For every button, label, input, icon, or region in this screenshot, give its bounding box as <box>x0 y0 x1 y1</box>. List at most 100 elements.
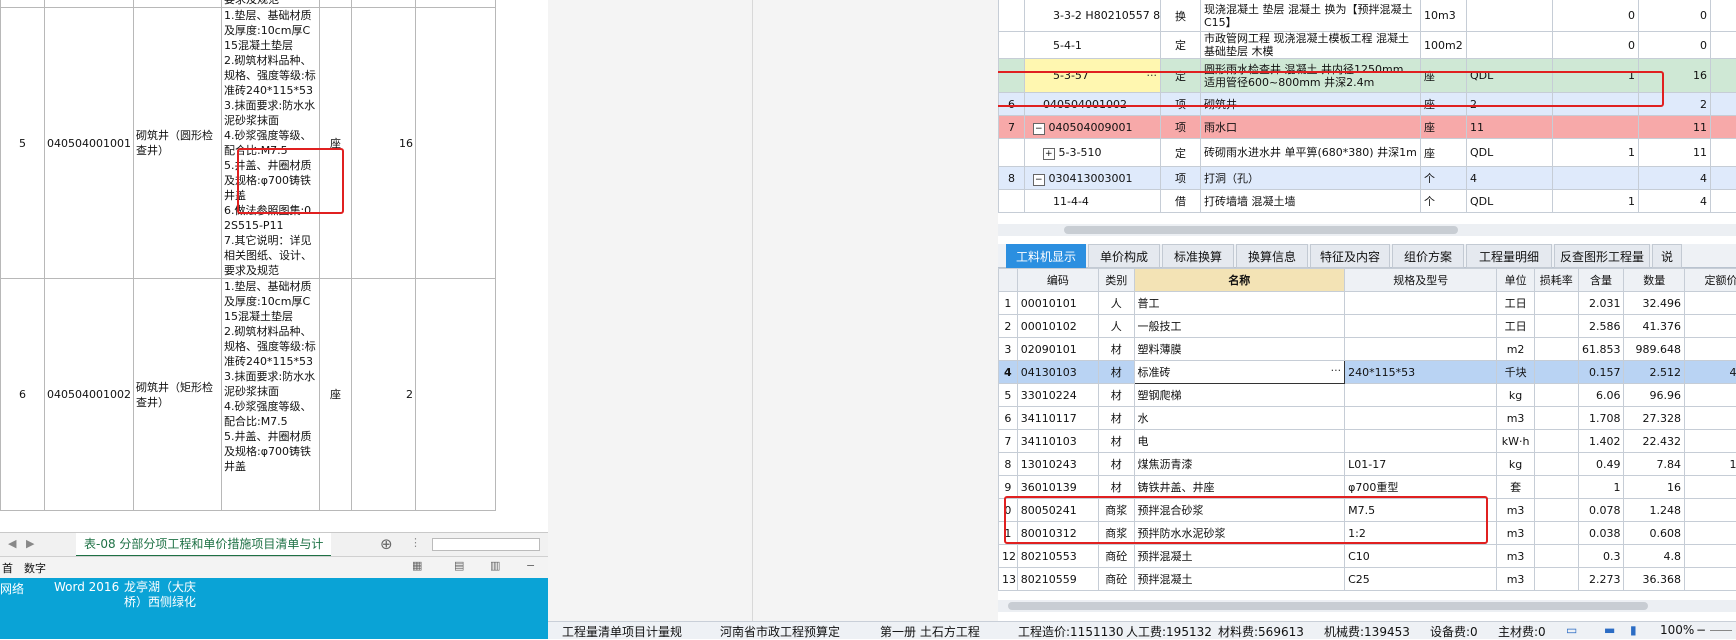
material-cell-name[interactable]: 电 <box>1134 430 1345 453</box>
material-cell-spec[interactable] <box>1345 292 1497 315</box>
material-cell-loss[interactable] <box>1534 499 1578 522</box>
material-cell-code[interactable]: 34110117 <box>1017 407 1098 430</box>
item-cell-extra[interactable]: 4 <box>1711 32 1736 59</box>
excel-cell-code[interactable] <box>45 0 134 8</box>
material-cell-loss[interactable] <box>1534 361 1578 384</box>
material-row[interactable]: 404130103材标准砖···240*115*53千块0.1572.51247… <box>999 361 1736 384</box>
item-cell-unit[interactable]: 10m3 <box>1421 0 1467 32</box>
item-cell-extra[interactable] <box>1711 190 1736 213</box>
material-cell-content[interactable]: 2.031 <box>1578 292 1624 315</box>
tab-8[interactable]: 说 <box>1652 244 1682 268</box>
excel-cell-code[interactable]: 040504001002 <box>45 279 134 511</box>
item-cell-qty[interactable]: 4 <box>1639 167 1711 190</box>
material-cell-cat[interactable]: 材 <box>1099 407 1134 430</box>
item-cell-content[interactable] <box>1553 167 1639 190</box>
item-cell-code[interactable]: 5-4-1 <box>1025 32 1161 59</box>
header-cell[interactable]: 数量 <box>1624 269 1684 292</box>
item-cell-code[interactable]: 11-4-4 <box>1025 190 1161 213</box>
item-cell-no[interactable] <box>999 139 1025 167</box>
item-cell-unit[interactable]: 个 <box>1421 167 1467 190</box>
material-cell-spec[interactable]: L01-17 <box>1345 453 1497 476</box>
item-cell-type[interactable]: 借 <box>1161 190 1201 213</box>
layout-icon-1[interactable]: ▭ <box>1566 623 1577 637</box>
material-cell-no[interactable]: 3 <box>999 338 1018 361</box>
material-cell-spec[interactable] <box>1345 407 1497 430</box>
item-cell-name[interactable]: 雨水口 <box>1201 116 1421 139</box>
layout-icon-2[interactable]: ▬ <box>1604 623 1615 637</box>
item-cell-no[interactable] <box>999 32 1025 59</box>
material-cell-qty[interactable]: 41.376 <box>1624 315 1684 338</box>
material-cell-qty[interactable]: 989.648 <box>1624 338 1684 361</box>
item-cell-code[interactable]: 3-3-2 H80210557 8… <box>1025 0 1161 32</box>
material-cell-spec[interactable]: C10 <box>1345 545 1497 568</box>
item-row[interactable]: +5-3-510定砖砌雨水进水井 单平箅(680*380) 井深1m座QDL11… <box>999 139 1736 167</box>
material-cell-loss[interactable] <box>1534 476 1578 499</box>
material-cell-content[interactable]: 1 <box>1578 476 1624 499</box>
normal-view-icon[interactable]: ▦ <box>412 559 422 572</box>
material-cell-content[interactable]: 6.06 <box>1578 384 1624 407</box>
material-cell-spec[interactable] <box>1345 430 1497 453</box>
material-cell-price[interactable]: 22 <box>1684 499 1736 522</box>
tab-2[interactable]: 标准换算 <box>1162 244 1234 268</box>
material-cell-no[interactable]: 7 <box>999 430 1018 453</box>
collapse-icon[interactable]: − <box>1033 123 1045 135</box>
material-cell-unit[interactable]: m3 <box>1497 568 1535 591</box>
material-cell-price[interactable]: 26 <box>1684 568 1736 591</box>
material-cell-no[interactable]: 12 <box>999 545 1018 568</box>
item-cell-expr[interactable]: 11 <box>1467 116 1553 139</box>
excel-cell-unit[interactable]: 座 <box>319 8 351 279</box>
item-cell-no[interactable] <box>999 0 1025 32</box>
material-cell-cat[interactable]: 人 <box>1099 292 1134 315</box>
material-cell-content[interactable]: 0.49 <box>1578 453 1624 476</box>
item-cell-type[interactable]: 定 <box>1161 32 1201 59</box>
material-row[interactable]: 200010102人一般技工工日2.58641.37613 <box>999 315 1736 338</box>
material-cell-content[interactable]: 0.038 <box>1578 522 1624 545</box>
material-cell-no[interactable]: 6 <box>999 407 1018 430</box>
item-cell-content[interactable]: 1 <box>1553 139 1639 167</box>
material-row[interactable]: 1280210553商砼预拌混凝土C10m30.34.820 <box>999 545 1736 568</box>
header-cell[interactable]: 损耗率 <box>1534 269 1578 292</box>
material-cell-name[interactable]: 一般技工 <box>1134 315 1345 338</box>
item-cell-code[interactable]: −040504009001 <box>1025 116 1161 139</box>
header-cell[interactable]: 类别 <box>1099 269 1134 292</box>
item-cell-expr[interactable]: QDL <box>1467 139 1553 167</box>
item-cell-code[interactable]: +5-3-510 <box>1025 139 1161 167</box>
material-cell-no[interactable]: 1 <box>999 292 1018 315</box>
item-cell-unit[interactable]: 个 <box>1421 190 1467 213</box>
excel-cell-empty[interactable] <box>415 8 495 279</box>
item-cell-qty[interactable]: 0 <box>1639 0 1711 32</box>
tab-1[interactable]: 单价构成 <box>1088 244 1160 268</box>
item-cell-extra[interactable] <box>1711 93 1736 116</box>
taskbar-item-network[interactable]: 网络 <box>0 580 24 597</box>
item-cell-expr[interactable]: QDL <box>1467 190 1553 213</box>
item-cell-content[interactable]: 0 <box>1553 0 1639 32</box>
material-cell-unit[interactable]: kg <box>1497 384 1535 407</box>
zoom-slider[interactable] <box>1710 630 1732 631</box>
tab-4[interactable]: 特征及内容 <box>1310 244 1390 268</box>
material-cell-name[interactable]: 预拌混凝土 <box>1134 568 1345 591</box>
status-spec-2[interactable]: 河南省市政工程预算定 <box>720 623 840 640</box>
excel-cell-qty[interactable]: 2 <box>351 279 415 511</box>
item-cell-type[interactable]: 项 <box>1161 167 1201 190</box>
material-cell-code[interactable]: 33010224 <box>1017 384 1098 407</box>
material-cell-no[interactable]: 5 <box>999 384 1018 407</box>
material-cell-qty[interactable]: 36.368 <box>1624 568 1684 591</box>
item-cell-content[interactable]: 0 <box>1553 32 1639 59</box>
material-cell-price[interactable]: 477. <box>1684 361 1736 384</box>
material-cell-price[interactable]: 53 <box>1684 476 1736 499</box>
material-cell-name[interactable]: 煤焦沥青漆 <box>1134 453 1345 476</box>
material-cell-name[interactable]: 塑钢爬梯 <box>1134 384 1345 407</box>
material-cell-qty[interactable]: 27.328 <box>1624 407 1684 430</box>
material-cell-code[interactable]: 13010243 <box>1017 453 1098 476</box>
material-cell-unit[interactable]: m3 <box>1497 522 1535 545</box>
material-cell-name[interactable]: 预拌混凝土 <box>1134 545 1345 568</box>
material-cell-spec[interactable] <box>1345 384 1497 407</box>
excel-cell-empty[interactable] <box>415 0 495 8</box>
lower-horizontal-scrollbar[interactable] <box>998 600 1736 612</box>
item-row[interactable]: 11-4-4借打砖墙墙 混凝土墙个QDL14 <box>999 190 1736 213</box>
material-cell-loss[interactable] <box>1534 315 1578 338</box>
material-row[interactable]: 302090101材塑料薄膜m261.853989.6480.2 <box>999 338 1736 361</box>
item-cell-type[interactable]: 项 <box>1161 116 1201 139</box>
tab-0[interactable]: 工料机显示 <box>1006 244 1086 268</box>
material-cell-name[interactable]: 普工 <box>1134 292 1345 315</box>
